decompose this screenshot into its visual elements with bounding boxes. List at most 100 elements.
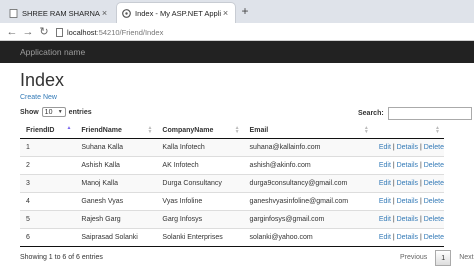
details-link[interactable]: Details — [397, 162, 418, 169]
edit-link[interactable]: Edit — [379, 198, 391, 205]
column-header-friendname[interactable]: FriendName ▲ ▼ — [75, 123, 157, 139]
tab-title: Index - My ASP.NET Application — [135, 8, 221, 18]
cell-email: durga9consultancy@gmail.com — [243, 173, 373, 192]
back-arrow-icon[interactable]: ← — [5, 25, 19, 39]
table-row: 4 Ganesh Vyas Vyas Infoline ganeshvyasinfol… — [20, 191, 444, 210]
tab-title: SHREE RAM SHARNAM - Interne — [22, 8, 100, 18]
chevron-down-icon: ▼ — [57, 109, 63, 115]
close-tab-icon[interactable]: × — [100, 8, 109, 18]
delete-link[interactable]: Delete — [424, 180, 444, 187]
cell-friend-id: 6 — [20, 227, 76, 247]
cell-company-name: Durga Consultancy — [156, 173, 244, 192]
reload-icon[interactable]: ↻ — [37, 25, 51, 39]
cell-friend-name: Suhana Kalla — [75, 137, 157, 156]
cell-actions: Edit | Details | Delete — [372, 173, 444, 192]
search-control: Search: — [358, 107, 472, 120]
sort-both-icon: ▲ ▼ — [363, 125, 369, 135]
ie-page-icon — [9, 8, 18, 18]
browser-tab-bar: SHREE RAM SHARNAM - Interne × Index - My… — [0, 0, 474, 23]
navbar-brand[interactable]: Application name — [20, 41, 85, 63]
edit-link[interactable]: Edit — [379, 180, 391, 187]
cell-actions: Edit | Details | Delete — [372, 155, 444, 174]
url-host: localhost — [67, 27, 97, 37]
delete-link[interactable]: Delete — [424, 234, 444, 241]
address-bar: ← → ↻ localhost:54210/Friend/Index — [0, 23, 474, 41]
search-label: Search: — [358, 110, 384, 117]
entries-per-page-select[interactable]: 10 ▼ — [41, 107, 66, 117]
browser-tab-shree-ram[interactable]: SHREE RAM SHARNAM - Interne × — [4, 3, 114, 23]
edit-link[interactable]: Edit — [379, 162, 391, 169]
search-input[interactable] — [387, 107, 472, 120]
column-header-actions[interactable]: ▲ ▼ — [372, 123, 444, 139]
previous-page-button[interactable]: Previous — [394, 250, 433, 266]
delete-link[interactable]: Delete — [424, 144, 444, 151]
page-1-button[interactable]: 1 — [435, 250, 452, 266]
cell-friend-id: 2 — [20, 155, 76, 174]
cell-friend-name: Saiprasad Solanki — [75, 227, 157, 247]
sort-both-icon: ▲ ▼ — [147, 125, 153, 135]
cell-company-name: Garg Infosys — [156, 209, 244, 228]
delete-link[interactable]: Delete — [424, 216, 444, 223]
edit-link[interactable]: Edit — [379, 216, 391, 223]
entries-label: entries — [68, 108, 92, 116]
table-header-row: FriendID ▲ FriendName ▲ ▼ CompanyName ▲ ▼ Ema… — [20, 123, 444, 139]
entries-per-page-value: 10 — [44, 108, 53, 116]
cell-company-name: AK Infotech — [156, 155, 244, 174]
cell-email: ganeshvyasinfoline@gmail.com — [243, 191, 373, 210]
create-new-link[interactable]: Create New — [20, 94, 57, 101]
column-header-companyname[interactable]: CompanyName ▲ ▼ — [156, 123, 244, 139]
cell-company-name: Solanki Enterprises — [156, 227, 244, 247]
details-link[interactable]: Details — [397, 144, 418, 151]
app-navbar: Application name — [0, 41, 474, 63]
show-label: Show — [20, 108, 39, 116]
edit-link[interactable]: Edit — [379, 144, 391, 151]
new-tab-plus-icon[interactable]: + — [238, 4, 252, 18]
forward-arrow-icon[interactable]: → — [21, 25, 35, 39]
cell-friend-name: Ganesh Vyas — [75, 191, 157, 210]
table-info: Showing 1 to 6 of 6 entries — [20, 254, 103, 261]
cell-actions: Edit | Details | Delete — [372, 137, 444, 156]
cell-email: solanki@yahoo.com — [243, 227, 373, 247]
next-page-button[interactable]: Next — [453, 250, 474, 266]
cell-email: ashish@akinfo.com — [243, 155, 373, 174]
cell-company-name: Kalla Infotech — [156, 137, 244, 156]
sort-both-icon: ▲ ▼ — [234, 125, 240, 135]
friends-table: FriendID ▲ FriendName ▲ ▼ CompanyName ▲ ▼ Ema… — [20, 123, 444, 247]
entries-length-control: Show 10 ▼ entries — [20, 107, 92, 117]
close-tab-icon[interactable]: × — [221, 8, 230, 18]
cell-friend-id: 3 — [20, 173, 76, 192]
table-row: 6 Saiprasad Solanki Solanki Enterprises sol… — [20, 227, 444, 247]
delete-link[interactable]: Delete — [424, 198, 444, 205]
browser-tab-index[interactable]: Index - My ASP.NET Application × — [117, 3, 235, 23]
details-link[interactable]: Details — [397, 234, 418, 241]
cell-friend-id: 4 — [20, 191, 76, 210]
url-field[interactable]: localhost:54210/Friend/Index — [56, 25, 163, 39]
column-header-friendid[interactable]: FriendID ▲ — [20, 123, 76, 139]
cell-company-name: Vyas Infoline — [156, 191, 244, 210]
page-title: Index — [20, 70, 65, 90]
details-link[interactable]: Details — [397, 180, 418, 187]
cell-friend-id: 5 — [20, 209, 76, 228]
edit-link[interactable]: Edit — [379, 234, 391, 241]
page-info-icon[interactable] — [56, 27, 63, 37]
column-header-email[interactable]: Email ▲ ▼ — [243, 123, 373, 139]
table-row: 1 Suhana Kalla Kalla Infotech suhana@kallai… — [20, 137, 444, 156]
table-row: 3 Manoj Kalla Durga Consultancy durga9consu… — [20, 173, 444, 192]
cell-email: garginfosys@gmail.com — [243, 209, 373, 228]
url-path: :54210/Friend/Index — [96, 27, 164, 37]
details-link[interactable]: Details — [397, 216, 418, 223]
table-row: 2 Ashish Kalla AK Infotech ashish@akinfo.co… — [20, 155, 444, 174]
details-link[interactable]: Details — [397, 198, 418, 205]
cell-friend-id: 1 — [20, 137, 76, 156]
page-favicon-icon — [122, 8, 131, 18]
cell-actions: Edit | Details | Delete — [372, 191, 444, 210]
delete-link[interactable]: Delete — [424, 162, 444, 169]
cell-actions: Edit | Details | Delete — [372, 209, 444, 228]
pagination: Previous 1 Next — [394, 250, 474, 266]
sort-asc-icon: ▲ — [66, 125, 72, 131]
sort-both-icon: ▲ ▼ — [435, 125, 440, 135]
cell-actions: Edit | Details | Delete — [372, 227, 444, 247]
table-row: 5 Rajesh Garg Garg Infosys garginfosys@gmai… — [20, 209, 444, 228]
cell-email: suhana@kallainfo.com — [243, 137, 373, 156]
cell-friend-name: Ashish Kalla — [75, 155, 157, 174]
